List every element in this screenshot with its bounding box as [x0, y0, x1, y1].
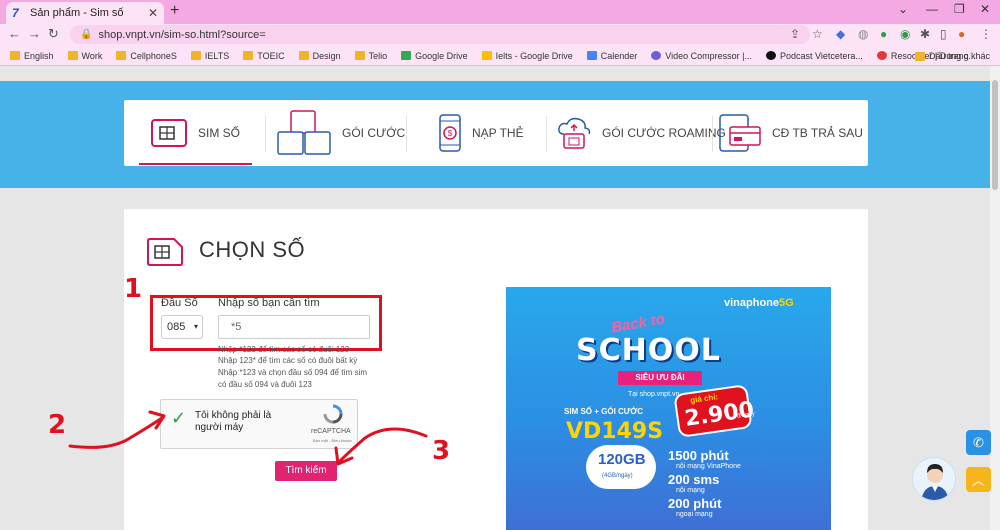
maximize-icon[interactable]: ❐	[954, 2, 965, 16]
banner-stat: 200 phút	[668, 496, 722, 511]
browser-tab[interactable]: 7 Sản phẩm - Sim số ✕	[6, 2, 164, 24]
price-bubble: giá chỉ: 2.900 đ/ngày	[673, 384, 756, 438]
share-icon[interactable]: ⇪	[790, 28, 800, 41]
banner-stat-sub: nội mạng	[676, 487, 705, 494]
star-icon[interactable]: ☆	[812, 28, 823, 41]
page-viewport: SIM SỐ GÓI CƯỚC $ NẠP THẺ GÓI CƯỚC ROAMI…	[0, 66, 990, 530]
chevron-down-icon[interactable]: ⌄	[898, 2, 908, 16]
calendar-icon	[586, 51, 597, 60]
address-bar[interactable]: 🔒 shop.vnpt.vn/sim-so.html?source=	[70, 25, 810, 44]
puzzle-icon[interactable]: ✱	[920, 28, 930, 41]
banner-site: Tại shop.vnpt.vn	[628, 391, 680, 398]
url-text: shop.vnpt.vn/sim-so.html?source=	[98, 28, 266, 41]
bookmark-telio[interactable]: Telio	[354, 51, 387, 61]
bookmark-ielts[interactable]: IELTS	[190, 51, 229, 61]
banner-stat-sub: nội mạng VinaPhone	[676, 463, 741, 470]
banner-brand: vinaphone5G	[724, 297, 794, 309]
browser-toolbar: ← → ↻ 🔒 shop.vnpt.vn/sim-so.html?source=…	[0, 24, 1000, 46]
podcast-icon	[765, 51, 776, 60]
phone-call-button[interactable]: ✆	[966, 430, 991, 455]
sidepanel-icon[interactable]: ▯	[940, 28, 947, 41]
close-window-icon[interactable]: ✕	[980, 2, 990, 16]
bookmark-ielts-drive[interactable]: Ielts - Google Drive	[481, 51, 573, 61]
folder-icon	[116, 51, 127, 60]
scroll-top-button[interactable]: ︿	[966, 467, 991, 492]
folder-icon	[914, 51, 925, 61]
minimize-icon[interactable]: —	[926, 2, 938, 16]
close-icon[interactable]: ✕	[148, 6, 158, 20]
banner-school: SCHOOL	[576, 333, 721, 368]
lock-icon: 🔒	[80, 29, 93, 40]
bookmark-podcast[interactable]: Podcast Vietcetera...	[765, 51, 863, 61]
extension-icon[interactable]: ◍	[858, 28, 868, 41]
data-bubble: 120GB (4GB/ngày)	[586, 445, 656, 489]
bookmark-calender[interactable]: Calender	[586, 51, 637, 61]
grammarly-icon[interactable]: ●	[880, 28, 887, 41]
chat-avatar[interactable]	[912, 457, 956, 501]
tab-title: Sản phẩm - Sim số	[30, 7, 124, 19]
back-icon[interactable]: ←	[8, 27, 21, 41]
bookmark-google-drive[interactable]: Google Drive	[401, 51, 468, 61]
new-tab-button[interactable]: +	[170, 3, 179, 19]
vnpt-favicon-icon: 7	[12, 6, 19, 20]
banner-stat: 200 sms	[668, 472, 720, 487]
chevron-up-icon: ︿	[971, 473, 985, 488]
arrow-2	[68, 416, 164, 449]
bookmark-other[interactable]: Dấu trang khác	[914, 51, 990, 61]
banner-stat-sub: ngoại mạng	[676, 511, 713, 518]
arrow-3	[338, 427, 428, 463]
google-drive-icon	[401, 51, 412, 60]
google-drive-icon	[481, 51, 492, 60]
folder-icon	[67, 51, 78, 60]
bookmark-video-compressor[interactable]: Video Compressor |...	[651, 51, 752, 61]
reload-icon[interactable]: ↻	[48, 27, 59, 41]
folder-icon	[298, 51, 309, 60]
folder-icon	[10, 51, 20, 60]
extension-green-icon[interactable]: ◉	[900, 28, 910, 41]
folder-icon	[243, 51, 254, 60]
banner-plan-code: VD149S	[566, 419, 664, 444]
page-scrollbar[interactable]	[990, 66, 1000, 530]
bookmark-cellphones[interactable]: CellphoneS	[116, 51, 177, 61]
bookmark-design[interactable]: Design	[298, 51, 341, 61]
folder-icon	[354, 51, 365, 60]
support-agent-icon	[921, 464, 949, 500]
bookmarks-bar: English Work CellphoneS IELTS TOEIC Desi…	[0, 46, 1000, 66]
bookmark-toeic[interactable]: TOEIC	[243, 51, 285, 61]
forward-icon[interactable]: →	[28, 27, 41, 41]
video-icon	[651, 51, 662, 60]
banner-stat: 1500 phút	[668, 448, 729, 463]
menu-dots-icon[interactable]: ⋮	[980, 28, 992, 41]
resoomer-icon	[876, 51, 887, 60]
phone-icon: ✆	[973, 434, 984, 450]
translate-icon[interactable]: ◆	[836, 28, 845, 41]
bookmark-english[interactable]: English	[10, 51, 54, 61]
bookmark-work[interactable]: Work	[67, 51, 102, 61]
promo-banner[interactable]: vinaphone5G Back to SCHOOL SIÊU ƯU ĐÃI T…	[506, 287, 831, 530]
banner-ribbon: SIÊU ƯU ĐÃI	[618, 371, 702, 385]
annotation-arrows	[68, 410, 428, 466]
scroll-thumb[interactable]	[992, 80, 998, 190]
tab-strip: 7 Sản phẩm - Sim số ✕ + ⌄ — ❐ ✕	[0, 0, 1000, 24]
banner-plan-line: SIM SỐ + GÓI CƯỚC	[564, 407, 644, 416]
profile-avatar-icon[interactable]: ●	[958, 28, 965, 41]
folder-icon	[190, 51, 201, 60]
